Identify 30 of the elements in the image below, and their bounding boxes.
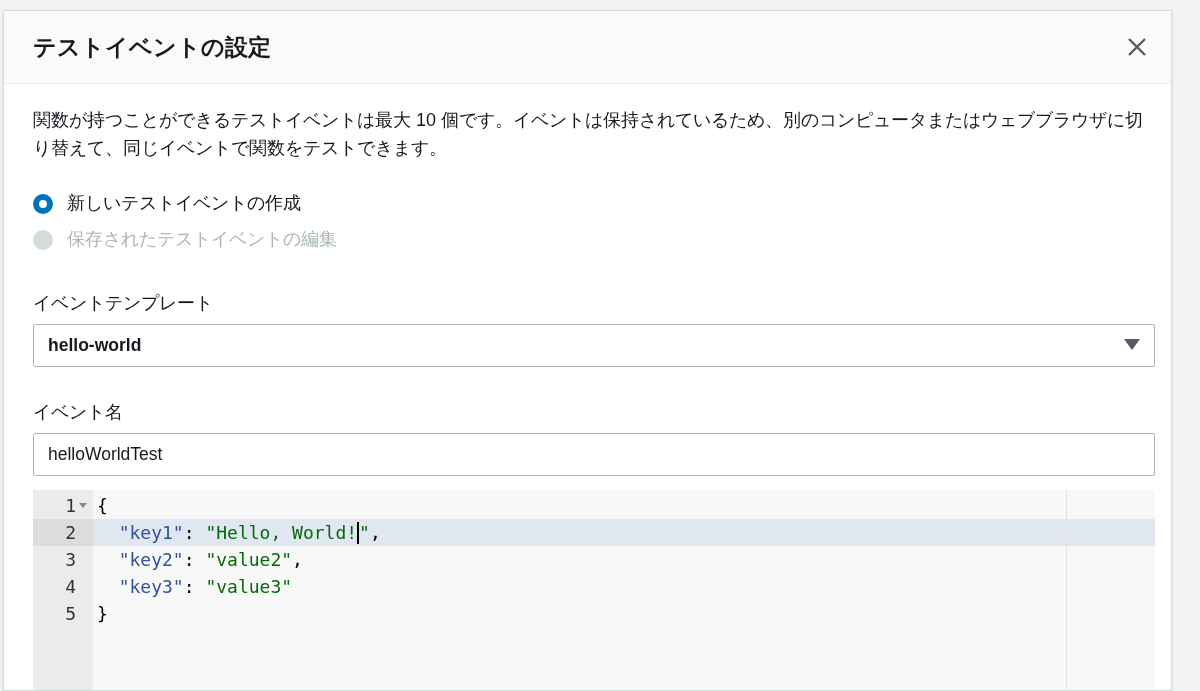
code-token: , [369,521,381,545]
dialog-title: テストイベントの設定 [33,32,271,62]
template-select[interactable]: hello-world [33,323,1155,367]
code-editor[interactable]: 1 2 3 4 5 { "key1": "Hello, World!", "key2": "value2", "key3": "value3" } [33,490,1155,690]
code-token: : [183,521,196,545]
event-name-input[interactable]: helloWorldTest [33,433,1155,476]
fold-icon[interactable] [79,502,87,509]
line-number: 2 [65,521,76,545]
caret-icon [1124,339,1140,352]
line-number: 1 [65,494,76,518]
code-token: : [183,548,196,572]
code-token: : [183,575,196,599]
code-token: "value2" [205,548,293,572]
code-token: " [359,521,370,545]
code-token: { [97,494,108,518]
code-token: , [292,548,303,572]
description-text: 関数が持つことができるテストイベントは最大 10 個です。イベントは保持されているため、別のコンピュータまたはウェブブラウザに切り替えて、同じイベントで関数をテストできます。 [33,108,1145,160]
line-number: 4 [65,575,76,599]
radio-label[interactable]: 新しいテストイベントの作成 [67,190,301,217]
line-number: 5 [65,602,76,626]
code-token: "key3" [117,575,184,599]
field-label: イベント名 [33,400,124,424]
code-token: "key2" [117,548,184,572]
radio-button[interactable] [33,193,53,214]
code-token: "key1" [117,521,184,545]
code-token: "value3" [205,575,293,599]
field-label: イベントテンプレート [33,291,214,315]
code-token: "Hello, World! [205,521,358,545]
code-token: } [97,602,108,626]
line-number: 3 [65,548,76,572]
